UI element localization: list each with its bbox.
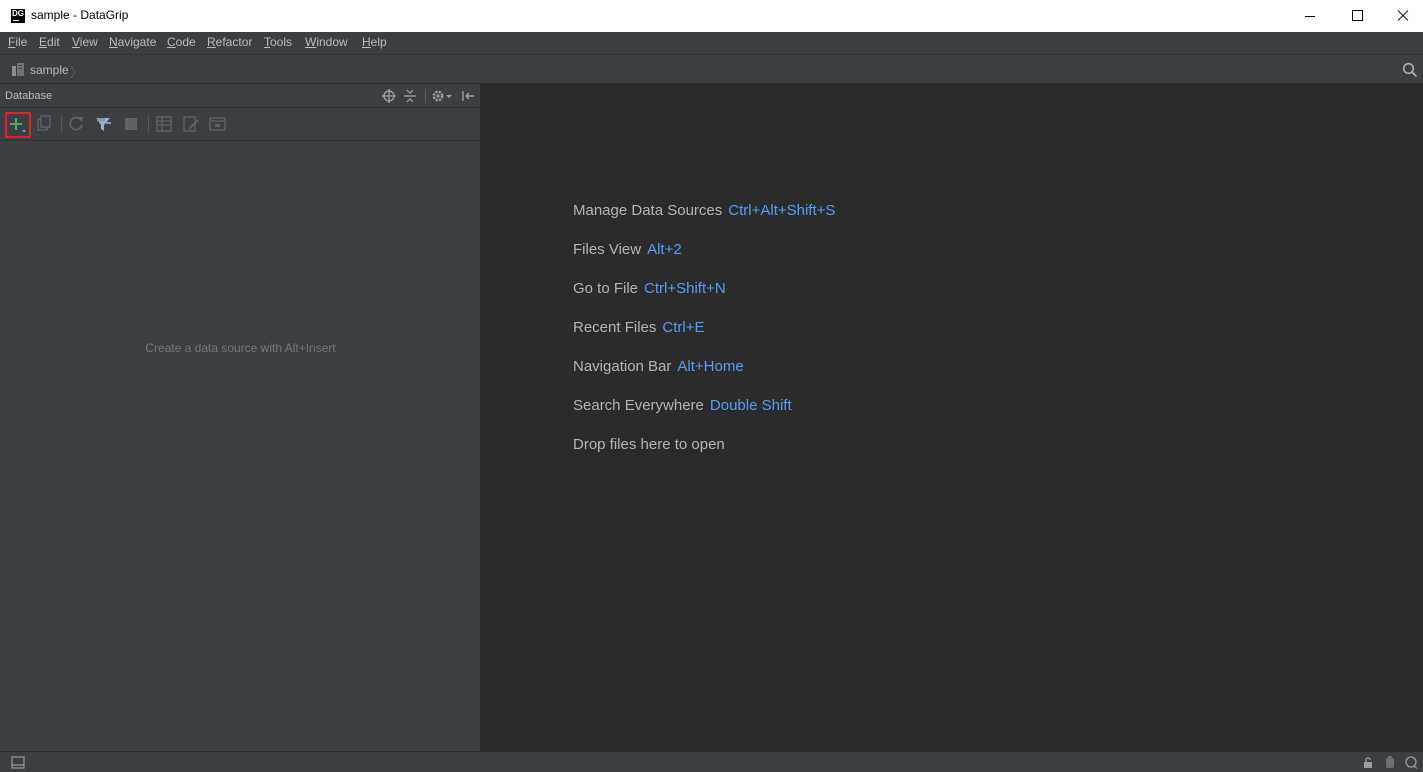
minimize-button[interactable] — [1288, 0, 1334, 32]
database-panel-title: Database — [5, 90, 53, 102]
add-data-source-button[interactable] — [5, 112, 31, 138]
menu-tools[interactable]: Tools — [264, 35, 292, 49]
gear-icon[interactable] — [431, 88, 453, 104]
event-log-icon[interactable] — [1404, 756, 1418, 769]
stop-icon[interactable] — [121, 114, 141, 134]
editor-empty-area[interactable]: Manage Data Sources Ctrl+Alt+Shift+S File… — [481, 84, 1423, 751]
lock-icon[interactable] — [1362, 756, 1374, 769]
project-icon — [12, 63, 24, 76]
tip-files-view: Files View Alt+2 — [573, 241, 682, 258]
tip-label: Drop files here to open — [573, 436, 725, 453]
tip-go-to-file: Go to File Ctrl+Shift+N — [573, 280, 726, 297]
tip-manage-data-sources: Manage Data Sources Ctrl+Alt+Shift+S — [573, 202, 835, 219]
tip-recent-files: Recent Files Ctrl+E — [573, 319, 704, 336]
menu-help[interactable]: Help — [362, 35, 387, 49]
target-icon[interactable] — [381, 88, 397, 104]
menu-bar: File Edit View Navigate Code Refactor To… — [0, 32, 1423, 54]
inspector-icon[interactable] — [1384, 756, 1396, 769]
breadcrumb-separator: 〉 — [70, 65, 84, 80]
tip-shortcut: Ctrl+Alt+Shift+S — [728, 202, 836, 219]
tip-label: Search Everywhere — [573, 397, 704, 414]
edit-icon[interactable] — [181, 114, 201, 134]
menu-edit[interactable]: Edit — [39, 35, 60, 49]
title-bar: DG sample - DataGrip — [0, 0, 1423, 32]
tool-windows-toggle-icon[interactable] — [11, 756, 25, 769]
copy-icon[interactable] — [34, 114, 54, 134]
close-button[interactable] — [1377, 0, 1423, 32]
tip-shortcut: Ctrl+Shift+N — [644, 280, 726, 297]
status-bar — [0, 751, 1423, 772]
console-icon[interactable] — [207, 114, 227, 134]
search-everywhere-icon[interactable] — [1402, 62, 1418, 78]
database-panel-header: Database — [0, 84, 480, 108]
menu-view[interactable]: View — [72, 35, 98, 49]
tip-shortcut: Double Shift — [709, 397, 792, 414]
refresh-icon[interactable] — [66, 114, 86, 134]
breadcrumb-project[interactable]: sample — [30, 63, 69, 77]
tip-label: Go to File — [573, 280, 639, 297]
tip-shortcut: Alt+2 — [647, 241, 682, 258]
tip-navigation-bar: Navigation Bar Alt+Home — [573, 358, 744, 375]
database-tool-window: Database Create a data source with Alt+I… — [0, 84, 481, 751]
menu-file[interactable]: File — [8, 35, 27, 49]
empty-tree-hint: Create a data source with Alt+Insert — [145, 341, 336, 355]
navigation-bar: sample 〉 — [0, 54, 1423, 84]
tip-search-everywhere: Search Everywhere Double Shift — [573, 397, 792, 414]
add-icon — [10, 118, 26, 133]
tip-shortcut: Alt+Home — [677, 358, 744, 375]
menu-navigate[interactable]: Navigate — [109, 35, 156, 49]
tip-drop-files: Drop files here to open — [573, 436, 725, 453]
datagrip-window: DG sample - DataGrip File Edit View Navi… — [0, 0, 1423, 772]
maximize-button[interactable] — [1334, 0, 1380, 32]
tip-label: Files View — [573, 241, 642, 258]
app-icon-text: DG — [12, 9, 24, 18]
database-toolbar — [0, 108, 480, 141]
window-title: sample - DataGrip — [31, 8, 129, 22]
datagrip-logo-icon: DG — [11, 9, 25, 23]
schema-icon[interactable] — [93, 114, 113, 134]
tip-label: Recent Files — [573, 319, 657, 336]
tip-label: Manage Data Sources — [573, 202, 723, 219]
collapse-icon[interactable] — [402, 88, 418, 104]
menu-code[interactable]: Code — [167, 35, 196, 49]
tip-label: Navigation Bar — [573, 358, 672, 375]
menu-window[interactable]: Window — [305, 35, 348, 49]
menu-refactor[interactable]: Refactor — [207, 35, 252, 49]
table-icon[interactable] — [154, 114, 174, 134]
tip-shortcut: Ctrl+E — [662, 319, 705, 336]
hide-icon[interactable] — [460, 88, 476, 104]
